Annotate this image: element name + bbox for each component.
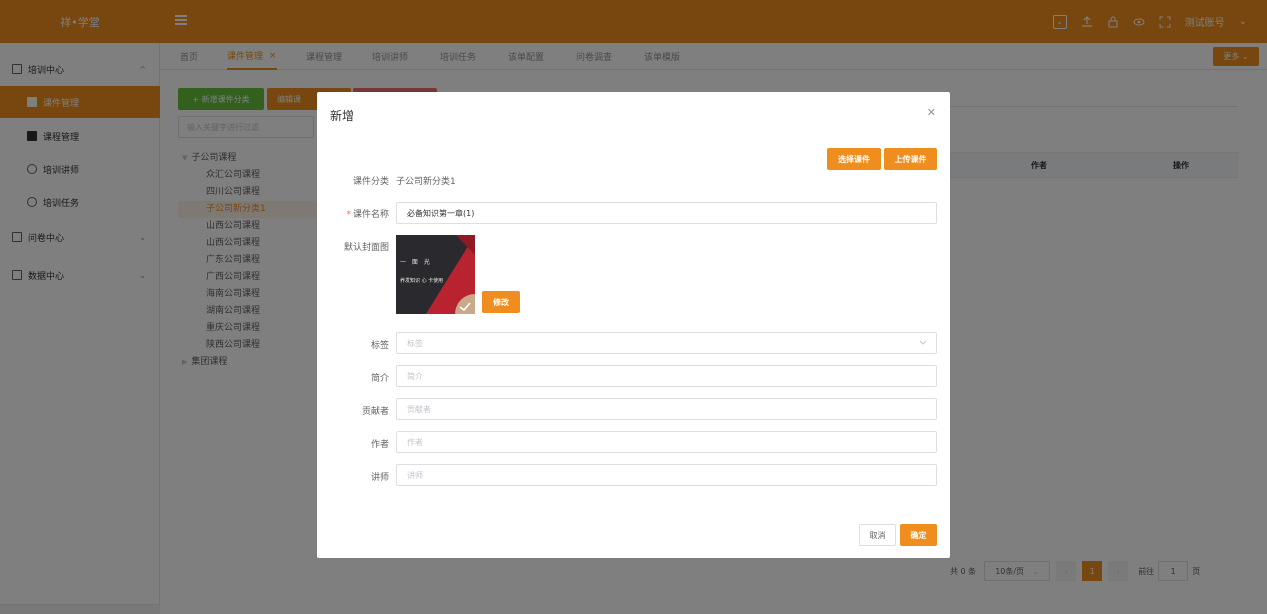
dialog-title: 新增 — [330, 109, 355, 123]
name-label-text: 课件名称 — [352, 210, 389, 220]
name-label: * 课件名称 — [317, 207, 389, 220]
intro-input[interactable]: 简介 — [396, 365, 937, 387]
select-courseware-button[interactable]: 选择课件 — [827, 148, 881, 170]
author-input[interactable]: 作者 — [396, 431, 937, 453]
chevron-down-icon — [919, 340, 927, 345]
cover-subtitle: 养发知识 心 卡使用 — [400, 278, 444, 284]
edit-cover-button[interactable]: 修改 — [482, 291, 520, 313]
lecturer-label: 讲师 — [370, 473, 389, 483]
intro-label: 简介 — [370, 374, 389, 384]
required-asterisk: * — [346, 210, 351, 220]
category-value: 子公司新分类1 — [396, 177, 456, 187]
cancel-button[interactable]: 取消 — [859, 524, 896, 546]
close-icon[interactable]: ✕ — [927, 106, 936, 119]
contributor-label: 贡献者 — [361, 407, 389, 417]
contributor-input[interactable]: 贡献者 — [396, 398, 937, 420]
cover-image[interactable]: 一 面 光 养发知识 心 卡使用 — [396, 235, 475, 314]
tag-placeholder: 标签 — [407, 338, 423, 348]
check-icon — [455, 294, 475, 314]
name-input[interactable]: 必备知识第一章(1) — [396, 202, 937, 224]
tag-select[interactable]: 标签 — [396, 332, 937, 354]
cover-title: 一 面 光 — [400, 259, 432, 266]
confirm-button[interactable]: 确定 — [900, 524, 937, 546]
upload-courseware-button[interactable]: 上传课件 — [884, 148, 937, 170]
cover-label: 默认封面图 — [343, 243, 389, 253]
tag-label: 标签 — [370, 341, 389, 351]
lecturer-input[interactable]: 讲师 — [396, 464, 937, 486]
author-label: 作者 — [370, 440, 389, 450]
add-courseware-dialog: 新增 ✕ 选择课件 上传课件 课件分类 子公司新分类1 * 课件名称 必备知识第一… — [317, 92, 950, 558]
category-label: 课件分类 — [352, 177, 389, 187]
